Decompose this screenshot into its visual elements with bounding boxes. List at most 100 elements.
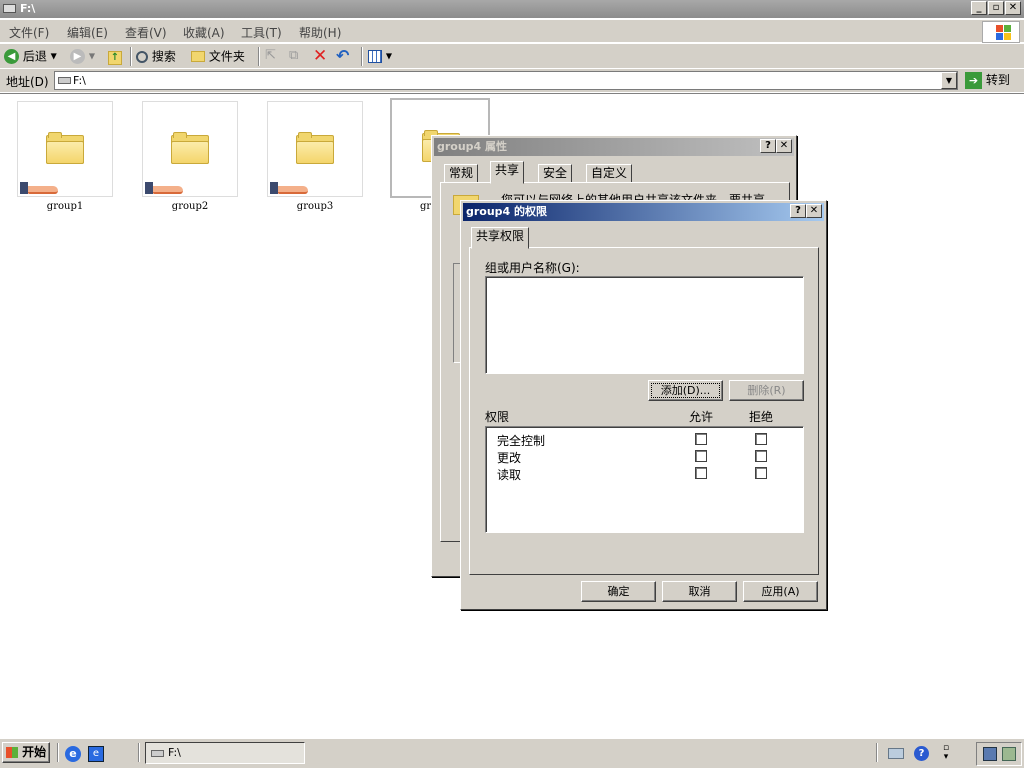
go-button[interactable]: ➔ 转到 — [965, 71, 1019, 90]
taskbar-task-explorer[interactable]: F:\ — [145, 742, 305, 764]
folder-label: group2 — [171, 201, 209, 212]
permissions-dialog: group4 的权限 ? ✕ 共享权限 组或用户名称(G): 添加(D)... … — [460, 200, 827, 610]
delete-icon: ✕ — [313, 46, 328, 66]
toolbar-separator — [361, 47, 363, 66]
folder-label: group3 — [296, 201, 334, 212]
allow-read-checkbox[interactable] — [695, 467, 707, 479]
menu-view[interactable]: 查看(V) — [125, 24, 167, 41]
menu-tools[interactable]: 工具(T) — [241, 24, 282, 41]
deny-header: 拒绝 — [749, 410, 774, 424]
menu-help[interactable]: 帮助(H) — [299, 24, 341, 41]
ok-button[interactable]: 确定 — [581, 581, 656, 602]
address-input[interactable]: F:\ ▼ — [54, 71, 958, 90]
folders-button[interactable]: 文件夹 — [191, 47, 251, 65]
users-list[interactable] — [485, 276, 804, 374]
remove-button[interactable]: 删除(R) — [729, 380, 804, 401]
views-button[interactable]: ▼ — [368, 47, 394, 65]
allow-header: 允许 — [689, 410, 714, 424]
allow-full-control-checkbox[interactable] — [695, 433, 707, 445]
search-icon — [136, 50, 148, 63]
tab-sharing[interactable]: 共享 — [490, 161, 525, 184]
undo-icon: ↶ — [336, 46, 350, 65]
taskbar-separator — [57, 743, 59, 762]
internet-explorer-icon[interactable]: e — [65, 746, 81, 762]
up-folder-icon: ↑ — [108, 51, 122, 65]
deny-full-control-checkbox[interactable] — [755, 433, 767, 445]
chevron-down-icon: ▼ — [385, 51, 392, 61]
forward-arrow-icon: ▶ — [70, 49, 85, 64]
help-button[interactable]: ? — [760, 139, 776, 153]
shared-folder-item[interactable] — [267, 101, 363, 197]
toolbar-separator — [258, 47, 260, 66]
properties-dialog-title-bar[interactable]: group4 属性 — [434, 138, 794, 156]
network-connection-icon[interactable] — [983, 747, 997, 761]
folder-label: group1 — [46, 201, 84, 212]
permissions-header: 权限 — [485, 410, 510, 424]
start-button[interactable]: 开始 — [2, 742, 50, 763]
folder-icon — [296, 132, 334, 164]
folder-icon — [46, 132, 84, 164]
close-button[interactable]: ✕ — [776, 139, 792, 153]
volume-icon[interactable] — [1002, 747, 1016, 761]
back-arrow-icon: ◀ — [4, 49, 19, 64]
move-to-icon: ⇱ — [265, 48, 276, 63]
delete-button[interactable]: ✕ — [313, 47, 331, 65]
minimize-button[interactable]: _ — [971, 1, 987, 15]
menu-favorites[interactable]: 收藏(A) — [183, 24, 225, 41]
address-dropdown-button[interactable]: ▼ — [941, 72, 957, 89]
permissions-list: 完全控制 更改 读取 — [485, 426, 804, 533]
network-icon[interactable] — [888, 748, 904, 759]
windows-logo-icon — [982, 21, 1020, 43]
permission-name: 更改 — [497, 451, 522, 465]
deny-change-checkbox[interactable] — [755, 450, 767, 462]
folder-icon — [171, 132, 209, 164]
close-button[interactable]: ✕ — [1005, 1, 1021, 15]
tab-security[interactable]: 安全 — [538, 164, 573, 183]
forward-button[interactable]: ▶ ▼ — [70, 47, 102, 65]
tab-general[interactable]: 常规 — [444, 164, 479, 183]
tab-share-permissions[interactable]: 共享权限 — [471, 227, 530, 249]
go-arrow-icon: ➔ — [965, 72, 982, 89]
allow-change-checkbox[interactable] — [695, 450, 707, 462]
back-button[interactable]: ◀ 后退 ▼ — [4, 47, 66, 65]
deny-read-checkbox[interactable] — [755, 467, 767, 479]
show-desktop-icon[interactable]: e — [88, 746, 104, 762]
taskbar-separator — [138, 743, 140, 762]
drive-icon — [151, 750, 164, 757]
add-button[interactable]: 添加(D)... — [648, 380, 723, 401]
folder-icon — [191, 51, 205, 62]
shared-hand-icon — [145, 180, 183, 194]
system-tray — [976, 742, 1022, 766]
chevron-down-icon: ▼ — [88, 51, 95, 61]
shared-hand-icon — [270, 180, 308, 194]
search-button[interactable]: 搜索 — [136, 47, 184, 65]
copy-to-button[interactable]: ⧉ — [289, 47, 307, 65]
views-icon — [368, 50, 382, 63]
move-to-button[interactable]: ⇱ — [265, 47, 283, 65]
menu-file[interactable]: 文件(F) — [9, 24, 49, 41]
window-title-bar[interactable]: F:\ _ ▫ ✕ — [0, 0, 1024, 18]
cancel-button[interactable]: 取消 — [662, 581, 737, 602]
users-label: 组或用户名称(G): — [485, 261, 580, 275]
help-icon[interactable]: ? — [914, 746, 929, 761]
undo-button[interactable]: ↶ — [336, 47, 354, 65]
copy-to-icon: ⧉ — [289, 48, 299, 63]
chevron-down-icon: ▼ — [50, 51, 57, 61]
shared-folder-item[interactable] — [142, 101, 238, 197]
up-folder-button[interactable]: ↑ — [108, 47, 126, 65]
window-switch-icon[interactable]: ▫ ▾ — [940, 744, 952, 764]
window-title: F:\ — [20, 2, 36, 15]
apply-button[interactable]: 应用(A) — [743, 581, 818, 602]
permission-name: 完全控制 — [497, 434, 546, 448]
taskbar: 开始 e e F:\ ? ▫ ▾ — [0, 738, 1024, 768]
restore-button[interactable]: ▫ — [988, 1, 1004, 15]
tab-customize[interactable]: 自定义 — [586, 164, 633, 183]
help-button[interactable]: ? — [790, 204, 806, 218]
tab-panel: 组或用户名称(G): 添加(D)... 删除(R) 权限 允许 拒绝 完全控制 … — [469, 247, 819, 575]
drive-icon — [58, 77, 71, 84]
close-button[interactable]: ✕ — [806, 204, 822, 218]
menu-edit[interactable]: 编辑(E) — [67, 24, 108, 41]
permissions-dialog-title-bar[interactable]: group4 的权限 — [463, 203, 824, 221]
shared-folder-item[interactable] — [17, 101, 113, 197]
address-label: 地址(D) — [6, 75, 49, 89]
